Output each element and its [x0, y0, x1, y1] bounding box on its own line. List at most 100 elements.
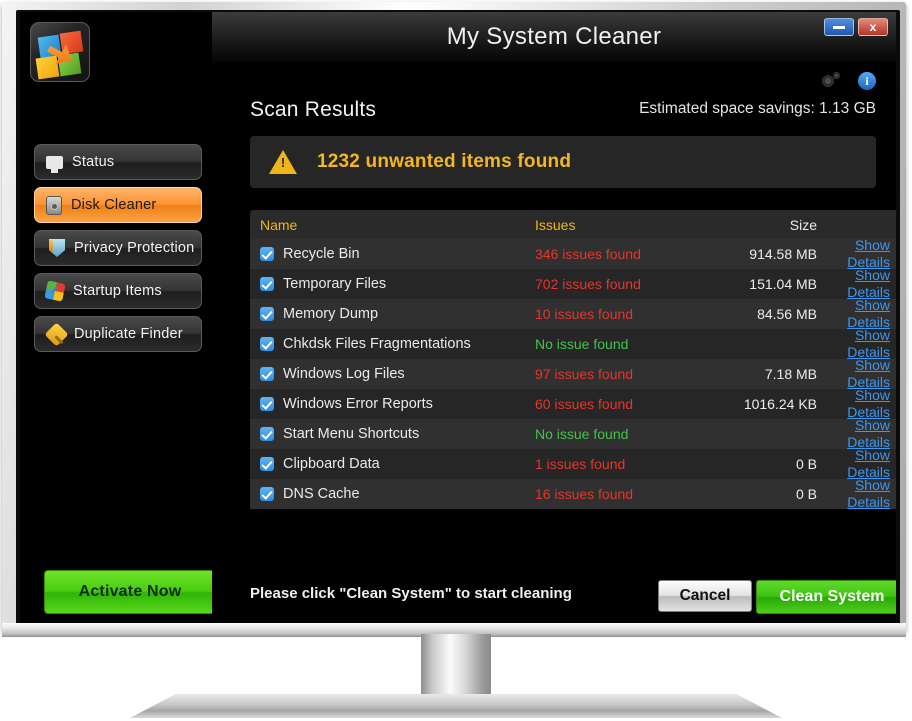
- monitor: Status Disk Cleaner Privacy Protection S…: [0, 0, 912, 721]
- row-name-label: Windows Error Reports: [283, 396, 433, 412]
- monitor-stand-neck: [421, 634, 491, 698]
- minimize-button[interactable]: [824, 18, 854, 36]
- sidebar-item-label: Privacy Protection: [74, 240, 195, 256]
- sidebar-nav: Status Disk Cleaner Privacy Protection S…: [34, 144, 202, 359]
- app-logo-icon: [30, 22, 90, 82]
- sidebar-item-duplicate-finder[interactable]: Duplicate Finder: [34, 316, 202, 352]
- row-size-label: 7.18 MB: [764, 366, 817, 382]
- row-issues-label: 346 issues found: [535, 246, 641, 262]
- row-checkbox[interactable]: [260, 337, 274, 351]
- row-details-cell: Show Details: [817, 237, 896, 271]
- row-name-label: Chkdsk Files Fragmentations: [283, 336, 471, 352]
- table-row[interactable]: Start Menu Shortcuts No issue found Show D…: [250, 417, 896, 451]
- show-details-link[interactable]: Show Details: [847, 237, 890, 270]
- table-row[interactable]: Clipboard Data 1 issues found 0 B Show Deta…: [250, 447, 896, 481]
- show-details-link[interactable]: Show Details: [847, 387, 890, 420]
- logo-tile-yellow: [35, 55, 60, 80]
- row-details-cell: Show Details: [817, 267, 896, 301]
- row-checkbox[interactable]: [260, 367, 274, 381]
- column-header-size: Size: [789, 216, 817, 233]
- info-icon[interactable]: i: [858, 72, 876, 90]
- row-details-cell: Show Details: [817, 477, 896, 509]
- row-issues-label: 1 issues found: [535, 456, 626, 472]
- show-details-link[interactable]: Show Details: [847, 447, 890, 480]
- row-checkbox[interactable]: [260, 457, 274, 471]
- sidebar-item-label: Disk Cleaner: [71, 197, 157, 213]
- row-issues-label: 702 issues found: [535, 276, 641, 292]
- footer-message: Please click "Clean System" to start cle…: [250, 585, 572, 602]
- table-row[interactable]: Chkdsk Files Fragmentations No issue foun…: [250, 327, 896, 360]
- disk-icon: [46, 195, 62, 215]
- scan-results-table: Name Issues Size Recycle Bin 346 issues f…: [250, 210, 896, 509]
- sidebar-item-label: Status: [72, 154, 115, 170]
- page-title: Scan Results: [250, 98, 377, 121]
- row-checkbox[interactable]: [260, 427, 274, 441]
- row-size-label: 0 B: [795, 486, 817, 502]
- row-issues-label: 10 issues found: [535, 306, 634, 322]
- row-name-cell: Clipboard Data: [250, 456, 535, 472]
- alert-text: 1232 unwanted items found: [317, 151, 572, 172]
- row-details-cell: Show Details: [817, 447, 896, 481]
- row-issues-label: 97 issues found: [535, 366, 634, 382]
- gear-icon[interactable]: [822, 72, 840, 90]
- row-name-cell: DNS Cache: [250, 486, 535, 502]
- activate-now-button[interactable]: Activate Now: [44, 570, 216, 614]
- sidebar: Status Disk Cleaner Privacy Protection S…: [20, 12, 216, 623]
- cancel-button[interactable]: Cancel: [658, 580, 752, 612]
- estimated-savings-label: Estimated space savings: 1.13 GB: [639, 100, 876, 117]
- table-row[interactable]: Memory Dump 10 issues found 84.56 MB Show D…: [250, 297, 896, 330]
- row-issues-label: 60 issues found: [535, 396, 634, 412]
- title-bar: My System Cleaner x: [212, 12, 896, 62]
- row-details-cell: Show Details: [817, 357, 896, 391]
- row-issues-label: 16 issues found: [535, 486, 634, 502]
- screen: Status Disk Cleaner Privacy Protection S…: [20, 12, 896, 623]
- row-name-label: DNS Cache: [283, 486, 360, 502]
- row-size-label: 151.04 MB: [749, 276, 817, 292]
- row-name-cell: Memory Dump: [250, 306, 535, 322]
- row-checkbox[interactable]: [260, 397, 274, 411]
- table-row[interactable]: Recycle Bin 346 issues found 914.58 MB Show…: [250, 237, 896, 271]
- row-checkbox[interactable]: [260, 247, 274, 261]
- table-body: Recycle Bin 346 issues found 914.58 MB Show…: [250, 237, 896, 509]
- clean-system-button[interactable]: Clean System: [756, 580, 896, 614]
- row-checkbox[interactable]: [260, 487, 274, 501]
- table-row[interactable]: Windows Error Reports 60 issues found 1016…: [250, 387, 896, 421]
- row-name-label: Windows Log Files: [283, 366, 405, 382]
- diamond-icon: [44, 321, 69, 347]
- row-checkbox[interactable]: [260, 307, 274, 321]
- sidebar-item-privacy-protection[interactable]: Privacy Protection: [34, 230, 202, 266]
- sidebar-item-label: Startup Items: [73, 283, 162, 299]
- main-panel: My System Cleaner x i Scan Results Estim…: [212, 12, 896, 623]
- show-details-link[interactable]: Show Details: [847, 477, 890, 509]
- sidebar-item-startup-items[interactable]: Startup Items: [34, 273, 202, 309]
- row-size-label: 84.56 MB: [757, 306, 817, 322]
- table-row[interactable]: Windows Log Files 97 issues found 7.18 MB S…: [250, 357, 896, 391]
- show-details-link[interactable]: Show Details: [847, 357, 890, 390]
- row-checkbox[interactable]: [260, 277, 274, 291]
- show-details-link[interactable]: Show Details: [847, 297, 890, 330]
- row-name-cell: Start Menu Shortcuts: [250, 426, 535, 442]
- close-button[interactable]: x: [858, 18, 888, 36]
- window-title: My System Cleaner: [446, 23, 662, 50]
- sidebar-item-label: Duplicate Finder: [74, 326, 183, 342]
- table-row[interactable]: Temporary Files 702 issues found 151.04 MB…: [250, 267, 896, 301]
- show-details-link[interactable]: Show Details: [847, 267, 890, 300]
- row-details-cell: Show Details: [817, 417, 896, 451]
- show-details-link[interactable]: Show Details: [847, 327, 890, 360]
- row-name-label: Recycle Bin: [283, 246, 360, 262]
- row-issues-label: No issue found: [535, 336, 629, 352]
- row-name-label: Start Menu Shortcuts: [283, 426, 420, 442]
- row-name-cell: Temporary Files: [250, 276, 535, 292]
- row-name-cell: Windows Log Files: [250, 366, 535, 382]
- shield-icon: [49, 239, 65, 257]
- column-header-issues: Issues: [535, 216, 576, 233]
- sidebar-item-status[interactable]: Status: [34, 144, 202, 180]
- startup-icon: [46, 282, 64, 300]
- table-header-row: Name Issues Size: [250, 210, 896, 239]
- table-row[interactable]: DNS Cache 16 issues found 0 B Show Details: [250, 477, 896, 509]
- alert-banner: 1232 unwanted items found: [250, 136, 876, 188]
- sidebar-item-disk-cleaner[interactable]: Disk Cleaner: [34, 187, 202, 223]
- row-size-label: 1016.24 KB: [743, 396, 817, 412]
- show-details-link[interactable]: Show Details: [847, 417, 890, 450]
- row-details-cell: Show Details: [817, 387, 896, 421]
